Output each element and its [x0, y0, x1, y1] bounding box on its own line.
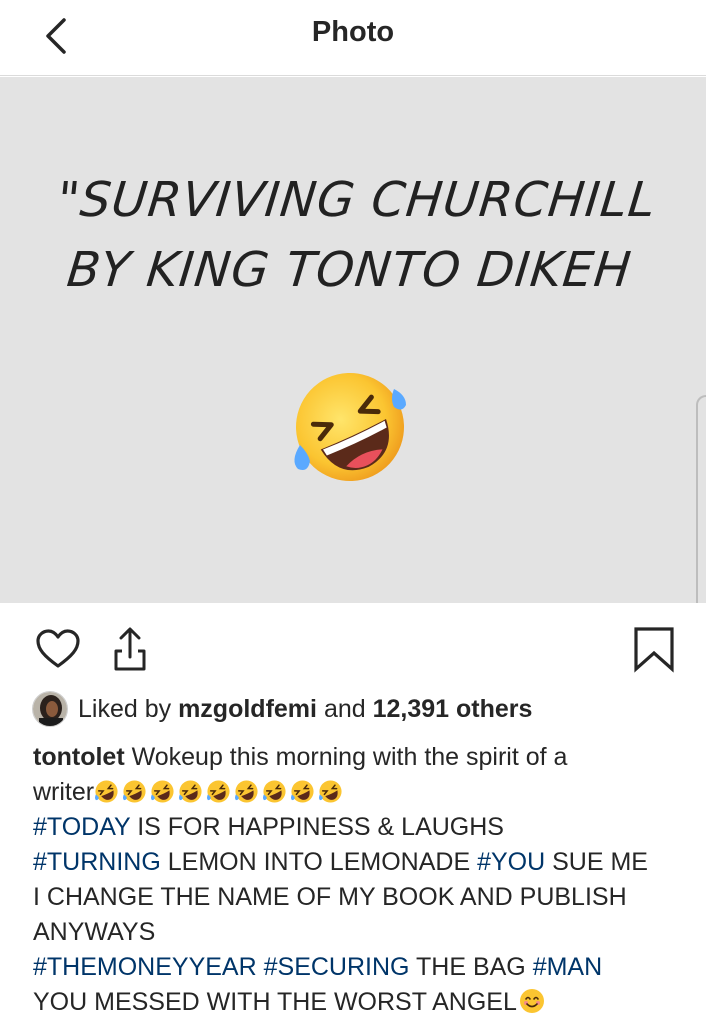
- like-button[interactable]: [34, 625, 82, 673]
- caption-text: YOU MESSED WITH THE WORST ANGEL: [33, 988, 517, 1016]
- laughing-emoji-icon: [207, 780, 230, 803]
- page-title: Photo: [311, 16, 395, 48]
- avatar-image: [33, 692, 67, 726]
- caption-text: IS FOR HAPPINESS & LAUGHS: [137, 813, 504, 841]
- laughing-emoji-icon: [291, 780, 314, 803]
- likes-summary[interactable]: Liked by mzgoldfemi and 12,391 others: [32, 689, 532, 729]
- hashtag-themoneyyear[interactable]: #THEMONEYYEAR: [33, 953, 257, 981]
- laughing-emoji-icon: [179, 780, 202, 803]
- laughing-emoji-icon: [123, 780, 146, 803]
- heart-icon: [36, 629, 80, 668]
- caption-text: ANYWAYS: [33, 918, 156, 946]
- hashtag-today[interactable]: #TODAY: [33, 813, 130, 841]
- caption-text: Wokeup this morning with the spirit of a: [131, 743, 568, 771]
- caption-text: LEMON INTO LEMONADE: [167, 848, 471, 876]
- hashtag-you[interactable]: #YOU: [477, 848, 545, 876]
- likes-and: and: [323, 694, 366, 723]
- caption-text: THE BAG: [416, 953, 526, 981]
- laughing-emoji-icon: [151, 780, 174, 803]
- liker-avatar[interactable]: [32, 691, 68, 727]
- post-photo[interactable]: "SURVIVING CHURCHILL BY KING TONTO DIKEH: [0, 77, 706, 603]
- rolling-laughing-emoji-icon: [294, 373, 406, 481]
- laughing-emoji-icon: [235, 780, 258, 803]
- laugh-emoji-row: [94, 778, 346, 806]
- laughing-emoji-icon: [95, 780, 118, 803]
- likes-prefix: Liked by: [78, 694, 172, 723]
- caption-text: SUE ME: [552, 848, 648, 876]
- hashtag-man[interactable]: #MAN: [533, 953, 602, 981]
- post-caption: tontolet Wokeup this morning with the sp…: [33, 740, 683, 1020]
- bookmark-icon: [634, 627, 674, 673]
- photo-text-line-2: BY KING TONTO DIKEH: [64, 242, 635, 298]
- photo-text-line-1: "SURVIVING CHURCHILL: [54, 172, 659, 228]
- laughing-emoji-icon: [263, 780, 286, 803]
- caption-username[interactable]: tontolet: [33, 743, 125, 771]
- hashtag-securing[interactable]: #SECURING: [264, 953, 410, 981]
- hashtag-turning[interactable]: #TURNING: [33, 848, 161, 876]
- action-bar: [0, 603, 706, 685]
- likes-others-count[interactable]: 12,391 others: [373, 695, 533, 724]
- caption-text: writer: [33, 778, 95, 806]
- share-button[interactable]: [106, 625, 154, 673]
- smiling-face-emoji-icon: [519, 989, 544, 1013]
- share-icon: [114, 627, 146, 671]
- save-button[interactable]: [630, 625, 678, 673]
- laughing-emoji-icon: [319, 780, 342, 803]
- photo-text: "SURVIVING CHURCHILL BY KING TONTO DIKEH: [0, 165, 706, 305]
- photo-edge-overlay: [696, 395, 706, 603]
- liker-username[interactable]: mzgoldfemi: [178, 695, 317, 724]
- caption-text: I CHANGE THE NAME OF MY BOOK AND PUBLISH: [33, 883, 627, 911]
- top-bar: Photo: [0, 0, 706, 76]
